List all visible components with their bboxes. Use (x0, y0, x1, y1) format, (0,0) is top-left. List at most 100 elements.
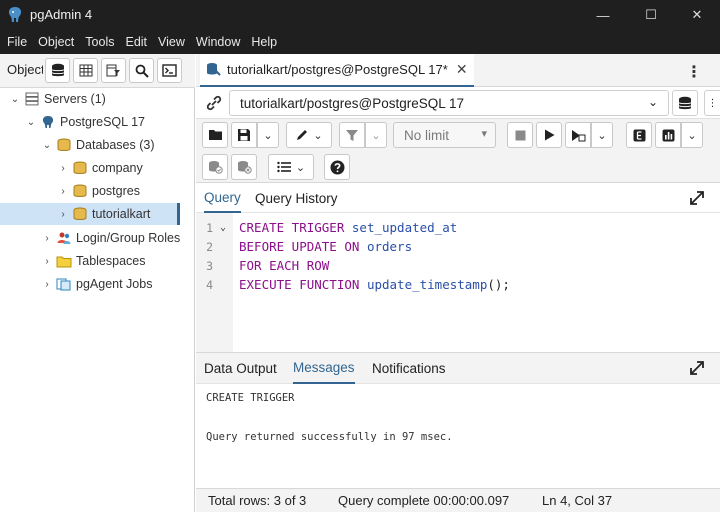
query-toolbar: ⌄ ⌄ ⌄ No limit ▾ ⌄ ⌄ ⌄ (196, 119, 720, 183)
chevron-right-icon[interactable]: › (58, 186, 68, 197)
window-title: pgAdmin 4 (30, 7, 93, 22)
database-icon (678, 96, 692, 109)
tree-item-postgres[interactable]: › postgres (0, 180, 195, 202)
chevron-right-icon[interactable]: › (42, 279, 52, 290)
object-tree: ⌄ Servers (1) ⌄ PostgreSQL 17 ⌄ Database… (0, 88, 195, 512)
macros-button[interactable]: ⌄ (268, 154, 314, 180)
servers-icon (25, 92, 39, 106)
connection-bar: tutorialkart/postgres@PostgreSQL 17 ⌄ ⋮ (196, 87, 720, 119)
view-data-button[interactable] (73, 58, 98, 83)
chevron-right-icon[interactable]: › (58, 163, 68, 174)
tree-item-company[interactable]: › company (0, 157, 195, 179)
tree-item-login-roles[interactable]: › Login/Group Roles (0, 227, 195, 249)
minimize-button[interactable]: — (580, 0, 626, 30)
status-query-complete: Query complete 00:00:00.097 (338, 493, 510, 508)
search-objects-button[interactable] (129, 58, 154, 83)
menu-object[interactable]: Object (38, 35, 74, 49)
more-connection-button[interactable]: ⋮ (704, 90, 720, 116)
tree-label: pgAgent Jobs (76, 277, 153, 291)
menu-view[interactable]: View (158, 35, 185, 49)
tree-item-databases[interactable]: ⌄ Databases (3) (0, 134, 195, 156)
explain-button[interactable] (626, 122, 652, 148)
tree-label: PostgreSQL 17 (60, 115, 146, 129)
tab-notifications[interactable]: Notifications (372, 353, 446, 384)
menu-window[interactable]: Window (196, 35, 240, 49)
query-tool-button[interactable] (45, 58, 70, 83)
new-connection-button[interactable] (672, 90, 698, 116)
filter-options-dropdown[interactable]: ⌄ (365, 122, 387, 148)
tree-item-tutorialkart[interactable]: › tutorialkart (0, 203, 180, 225)
close-tab-icon[interactable]: ✕ (456, 61, 468, 78)
table-icon (79, 64, 92, 77)
tree-item-postgresql-17[interactable]: ⌄ PostgreSQL 17 (0, 111, 195, 133)
explain-analyze-button[interactable] (655, 122, 681, 148)
tree-label: Tablespaces (76, 254, 146, 268)
expand-icon[interactable] (688, 359, 706, 377)
chevron-down-icon[interactable]: ⌄ (10, 94, 20, 105)
connection-select[interactable]: tutorialkart/postgres@PostgreSQL 17 ⌄ (229, 90, 669, 116)
row-limit-select[interactable]: No limit ▾ (393, 122, 496, 148)
result-tabs: Data Output Messages Notifications (196, 352, 720, 384)
chevron-right-icon[interactable]: › (42, 256, 52, 267)
close-window-button[interactable]: ✕ (674, 0, 720, 30)
object-explorer-label[interactable]: Object (7, 62, 43, 77)
chevron-right-icon[interactable]: › (58, 209, 68, 220)
execute-script-button[interactable] (565, 122, 591, 148)
save-icon (238, 129, 250, 141)
chevron-down-icon: ⌄ (313, 129, 323, 142)
maximize-button[interactable]: ☐ (628, 0, 674, 30)
chevron-down-icon: ⌄ (687, 129, 697, 142)
search-icon (135, 64, 149, 78)
filter-button[interactable] (339, 122, 365, 148)
database-icon (73, 207, 87, 220)
help-button[interactable] (324, 154, 350, 180)
edit-button[interactable]: ⌄ (286, 122, 332, 148)
menu-tools[interactable]: Tools (85, 35, 114, 49)
query-tool-tab[interactable]: tutorialkart/postgres@PostgreSQL 17* ✕ (200, 54, 474, 87)
rollback-button[interactable] (231, 154, 257, 180)
menu-help[interactable]: Help (251, 35, 277, 49)
open-file-button[interactable] (202, 122, 228, 148)
tab-data-output[interactable]: Data Output (204, 353, 277, 384)
tab-query-history[interactable]: Query History (255, 183, 338, 213)
message-line: Query returned successfully in 97 msec. (206, 431, 453, 443)
commit-button[interactable] (202, 154, 228, 180)
fold-chevron-icon[interactable]: ⌄ (213, 222, 233, 233)
pencil-icon (297, 130, 308, 140)
chevron-right-icon[interactable]: › (42, 233, 52, 244)
tree-item-pgagent-jobs[interactable]: › pgAgent Jobs (0, 273, 195, 295)
tab-query[interactable]: Query (204, 183, 241, 213)
line-number: 4 (206, 277, 213, 292)
tab-messages[interactable]: Messages (293, 353, 355, 384)
explain-options-dropdown[interactable]: ⌄ (681, 122, 703, 148)
execute-options-dropdown[interactable]: ⌄ (591, 122, 613, 148)
chevron-down-icon: ⌄ (371, 129, 381, 142)
save-options-dropdown[interactable]: ⌄ (257, 122, 279, 148)
query-tool-panel: tutorialkart/postgres@PostgreSQL 17* ✕ ⋮… (196, 54, 720, 512)
sql-keyword: FOR EACH ROW (239, 258, 330, 273)
sql-editor[interactable]: 1 ⌄ CREATE TRIGGER set_updated_at 2 BEFO… (196, 213, 720, 352)
line-number: 1 (206, 220, 213, 235)
minimize-icon: — (596, 7, 610, 23)
sql-identifier: update_timestamp (366, 277, 488, 292)
tree-item-servers[interactable]: ⌄ Servers (1) (0, 88, 195, 110)
save-file-button[interactable] (231, 122, 257, 148)
chevron-down-icon[interactable]: ⌄ (42, 140, 52, 151)
tree-item-tablespaces[interactable]: › Tablespaces (0, 250, 195, 272)
rollback-icon (237, 161, 252, 174)
status-cursor-position: Ln 4, Col 37 (542, 493, 613, 508)
connection-status-button[interactable] (202, 91, 226, 115)
menu-edit[interactable]: Edit (125, 35, 147, 49)
chevron-down-icon[interactable]: ⌄ (26, 117, 36, 128)
close-icon: ✕ (691, 7, 703, 22)
menu-file[interactable]: File (7, 35, 27, 49)
expand-icon[interactable] (688, 189, 706, 207)
stop-button[interactable] (507, 122, 533, 148)
filtered-rows-button[interactable] (101, 58, 126, 83)
more-options-icon[interactable]: ⋮ (686, 62, 702, 82)
execute-button[interactable] (536, 122, 562, 148)
sql-keyword: CREATE TRIGGER (239, 220, 352, 235)
editor-tabs: Query Query History (196, 183, 720, 213)
explain-icon (633, 129, 645, 141)
psql-tool-button[interactable] (157, 58, 182, 83)
